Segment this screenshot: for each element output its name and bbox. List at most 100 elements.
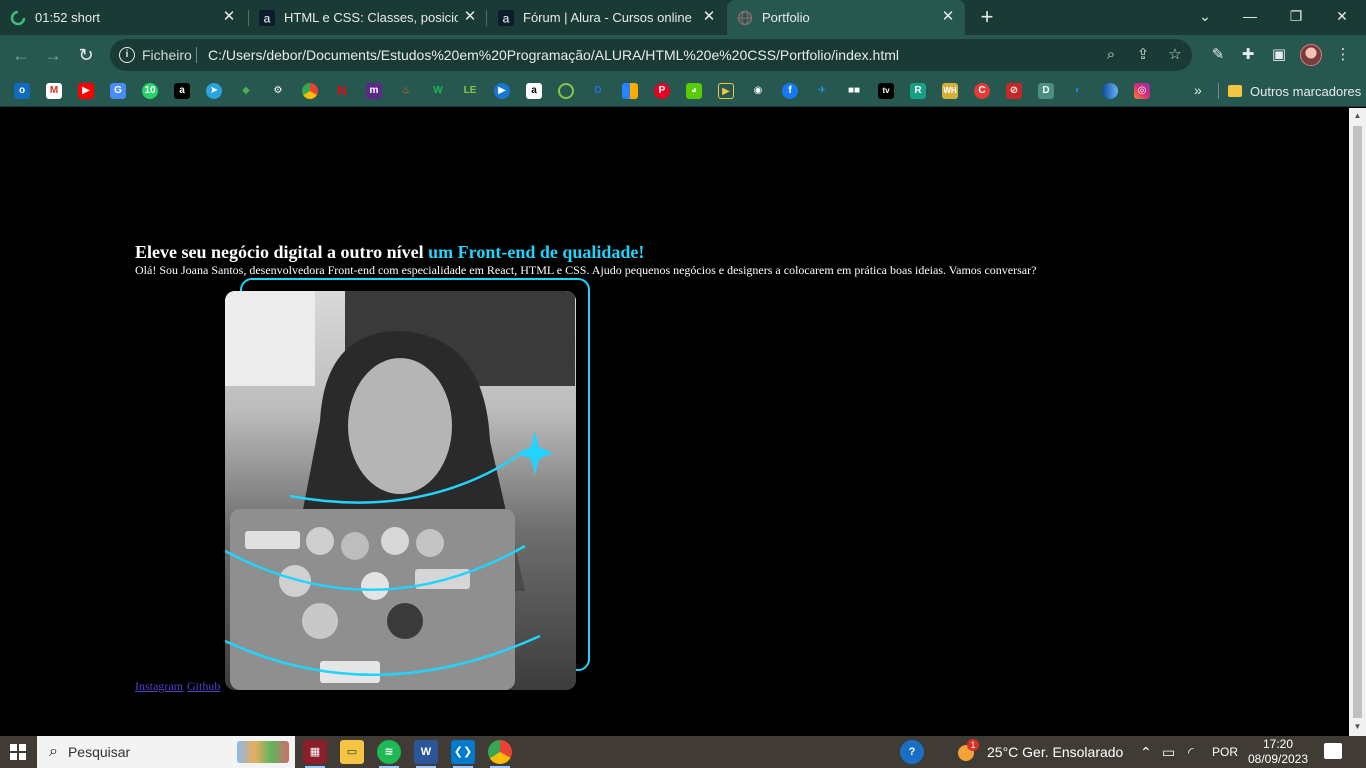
le-icon[interactable]: LE [462,83,478,99]
chrome-taskbar-icon[interactable] [488,740,512,768]
show-hidden-icons[interactable]: ⌃ [1140,736,1152,768]
scheme-label: Ficheiro [142,47,192,63]
tab-forum[interactable]: a Fórum | Alura - Cursos online de ✕ [498,0,726,35]
scrollbar[interactable]: ▲ ▼ [1349,108,1366,736]
close-icon[interactable]: ✕ [222,9,236,24]
word-icon[interactable]: W [414,740,438,768]
d-icon[interactable]: D [590,83,606,99]
tab-title: HTML e CSS: Classes, posicionam [284,10,458,25]
share-icon[interactable]: ⇪ [1134,46,1152,64]
d-box-icon[interactable]: D [1038,83,1054,99]
tab-search-chevron-icon[interactable]: ⌄ [1193,5,1217,27]
maps-icon[interactable]: ◆ [238,83,254,99]
url-text[interactable]: C:/Users/debor/Documents/Estudos%20em%20… [208,47,899,63]
play-icon[interactable]: ▶ [494,83,510,99]
language-indicator[interactable]: POR [1212,736,1238,768]
profile-photo [225,291,576,690]
apple-tv-icon[interactable]: tv [878,83,894,99]
close-icon[interactable]: ✕ [463,9,477,24]
outlook-icon[interactable]: o [14,83,30,99]
tab-strip: 01:52 short ✕ a HTML e CSS: Classes, pos… [0,0,1366,35]
duolingo-icon[interactable]: ◕ [686,83,702,99]
tab-html-css[interactable]: a HTML e CSS: Classes, posicionam ✕ [259,0,487,35]
github-link[interactable]: Github [187,679,220,693]
translate-icon[interactable]: G [110,83,126,99]
github-icon[interactable]: ◉ [750,83,766,99]
battery-icon[interactable]: ▭ [1162,736,1175,768]
help-icon[interactable]: ? [900,740,924,764]
other-bookmarks-folder[interactable]: Outros marcadores [1228,82,1361,100]
instagram-link[interactable]: Instagram [135,679,183,693]
profile-avatar[interactable] [1300,44,1322,66]
bookmark-star-icon[interactable]: ☆ [1166,46,1184,64]
side-panel-icon[interactable]: ▣ [1268,44,1290,66]
tab-short[interactable]: 01:52 short ✕ [10,0,246,35]
menu-icon[interactable]: ⋮ [1332,44,1354,66]
photo-illustration [225,291,576,690]
ring-icon[interactable] [558,83,574,99]
scroll-up-icon[interactable]: ▲ [1353,111,1362,120]
grid-app-icon[interactable] [622,83,638,99]
more-bookmarks-icon[interactable]: » [1194,82,1202,98]
taskbar-search[interactable]: ⌕ Pesquisar [37,736,295,768]
minimize-button[interactable]: — [1238,5,1262,27]
facebook-icon[interactable]: f [782,83,798,99]
pinterest-icon[interactable]: P [654,83,670,99]
vscode-icon[interactable]: ❮❯ [451,740,475,768]
scroll-thumb[interactable] [1353,126,1362,718]
new-tab-button[interactable]: + [977,6,997,28]
forward-button[interactable]: → [42,44,64,66]
chrome-icon[interactable] [302,83,318,99]
wifi-icon[interactable]: ◜ [1188,736,1193,768]
address-bar[interactable]: i Ficheiro C:/Users/debor/Documents/Estu… [110,39,1192,71]
whatsapp-icon[interactable]: 10 [142,83,158,99]
w-icon[interactable]: W [430,83,446,99]
spotify-icon[interactable]: ≋ [377,740,401,768]
stop-icon[interactable]: ⊘ [1006,83,1022,99]
close-icon[interactable]: ✕ [941,9,955,24]
zoom-icon[interactable]: ⌕ [1102,46,1120,64]
edge-icon[interactable]: ◐ [1070,83,1086,99]
weather-widget[interactable]: 1 25°C Ger. Ensolarado [956,736,1123,768]
chatgpt-icon[interactable]: ⚙ [270,83,286,99]
flame-icon[interactable]: ♨ [398,83,414,99]
extensions-icon[interactable]: ✚ [1237,44,1259,66]
page-headline: Eleve seu negócio digital a outro nível … [135,242,644,263]
half-circle-icon[interactable] [1102,83,1118,99]
m-icon[interactable]: m [366,83,382,99]
close-window-button[interactable]: ✕ [1330,5,1354,27]
netflix-icon[interactable]: N [334,83,350,99]
c-icon[interactable]: C [974,83,990,99]
info-icon[interactable]: i [119,47,135,63]
notification-icon[interactable] [1324,743,1342,759]
wh-icon[interactable]: WH [942,83,958,99]
alura-icon: a [498,9,514,26]
clock[interactable]: 17:20 08/09/2023 [1244,737,1312,767]
youtube-icon[interactable]: ▶ [78,83,94,99]
tab-title: Portfolio [762,10,810,25]
windows-taskbar: ⌕ Pesquisar ▦ ▭ ≋ W ❮❯ ? 1 25°C Ger. Ens… [0,736,1366,768]
amazon-icon[interactable]: a [526,83,542,99]
reload-button[interactable]: ↻ [75,44,97,66]
alura-icon[interactable]: a [174,83,190,99]
photo-app-icon[interactable]: ▦ [303,740,327,768]
back-button[interactable]: ← [10,44,32,66]
search-highlight-image [237,741,289,763]
dots-icon[interactable]: ■■ [846,83,862,99]
restore-button[interactable]: ❐ [1284,5,1308,27]
scroll-down-icon[interactable]: ▼ [1353,722,1362,731]
instagram-icon[interactable]: ◎ [1134,83,1150,99]
telegram-icon[interactable]: ➤ [206,83,222,99]
gmail-icon[interactable]: M [46,83,62,99]
tab-portfolio[interactable]: Portfolio ✕ [727,0,965,35]
folder-label: Outros marcadores [1250,83,1362,99]
bird-icon[interactable]: ✈ [814,83,830,99]
close-icon[interactable]: ✕ [702,9,716,24]
tab-title: 01:52 short [35,10,101,25]
file-explorer-icon[interactable]: ▭ [340,740,364,764]
windows-start-icon[interactable] [10,744,26,760]
search-placeholder: Pesquisar [67,744,131,760]
video-icon[interactable]: ▶ [718,83,734,99]
extension-pen-icon[interactable]: ✎ [1207,44,1229,66]
r-icon[interactable]: R [910,83,926,99]
